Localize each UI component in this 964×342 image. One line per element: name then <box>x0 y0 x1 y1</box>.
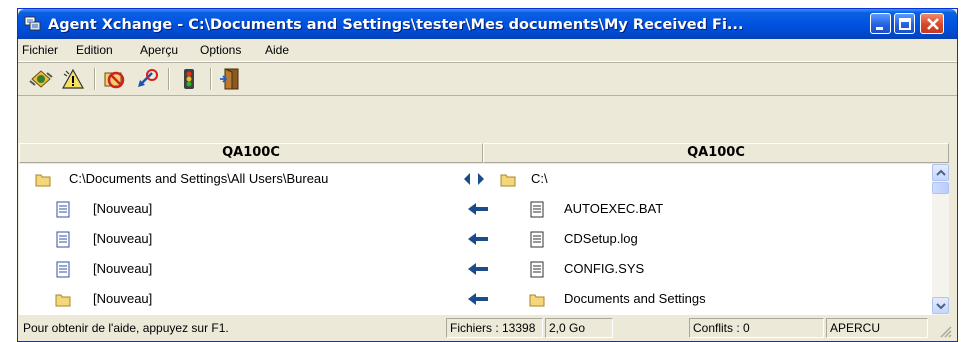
sync-button[interactable] <box>28 67 54 91</box>
left-name: [Nouveau] <box>93 201 153 216</box>
status-help-text: Pour obtenir de l'aide, appuyez sur F1. <box>23 321 229 335</box>
exit-door-icon <box>220 68 239 90</box>
document-icon <box>56 261 70 278</box>
minimize-icon <box>876 27 883 30</box>
right-path: C:\ <box>531 171 548 186</box>
comparison-list: C:\Documents and Settings\All Users\Bure… <box>19 164 932 315</box>
maximize-button[interactable] <box>894 13 915 34</box>
scroll-up-button[interactable] <box>932 164 949 181</box>
undo-button[interactable] <box>134 67 160 91</box>
exit-button[interactable] <box>218 67 244 91</box>
list-row[interactable]: [Nouveau] CONFIG.SYS <box>19 254 932 284</box>
minimize-button[interactable] <box>870 13 891 34</box>
scroll-thumb[interactable] <box>932 182 949 194</box>
menu-bar: Fichier Edition Aperçu Options Aide <box>18 39 957 62</box>
left-arrow-icon <box>468 293 488 305</box>
right-name: Documents and Settings <box>564 291 706 306</box>
status-bar: Pour obtenir de l'aide, appuyez sur F1. … <box>18 316 957 341</box>
status-conflicts: Conflits : 0 <box>689 318 824 338</box>
document-icon <box>530 231 544 248</box>
chevron-down-icon <box>936 303 946 310</box>
menu-fichier[interactable]: Fichier <box>22 42 58 58</box>
toolbar-separator <box>94 68 96 90</box>
scroll-down-button[interactable] <box>932 297 949 314</box>
sync-icon <box>29 70 53 88</box>
window-title: Agent Xchange - C:\Documents and Setting… <box>48 17 744 33</box>
left-arrow-icon <box>468 203 488 215</box>
warning-icon <box>61 68 85 89</box>
document-icon <box>530 261 544 278</box>
left-name: [Nouveau] <box>93 231 153 246</box>
menu-apercu[interactable]: Aperçu <box>140 42 178 58</box>
both-arrows-icon <box>464 173 484 185</box>
chevron-up-icon <box>936 169 946 176</box>
menu-edition[interactable]: Edition <box>76 42 113 58</box>
warning-button[interactable] <box>60 67 86 91</box>
right-name: CONFIG.SYS <box>564 261 645 276</box>
maximize-icon <box>899 18 911 30</box>
toolbar-separator <box>168 68 170 90</box>
right-name: AUTOEXEC.BAT <box>564 201 664 216</box>
undo-arrow-icon <box>138 69 158 87</box>
close-button[interactable] <box>920 13 944 34</box>
no-transfer-icon <box>104 71 125 89</box>
menu-aide[interactable]: Aide <box>265 42 289 58</box>
list-row[interactable]: [Nouveau] CDSetup.log <box>19 224 932 254</box>
right-column-header[interactable]: QA100C <box>483 143 949 163</box>
left-arrow-icon <box>468 233 488 245</box>
title-bar[interactable]: Agent Xchange - C:\Documents and Setting… <box>18 9 957 39</box>
menu-options[interactable]: Options <box>200 42 241 58</box>
vertical-scrollbar[interactable] <box>932 164 949 315</box>
toolbar <box>18 62 957 96</box>
toolbar-separator <box>210 68 212 90</box>
document-icon <box>56 201 70 218</box>
folder-icon <box>500 174 516 187</box>
status-file-count: Fichiers : 13398 <box>446 318 543 338</box>
list-row[interactable]: C:\Documents and Settings\All Users\Bure… <box>19 164 932 194</box>
folder-icon <box>529 294 545 307</box>
app-icon <box>24 15 42 33</box>
folder-icon <box>35 174 51 187</box>
status-size: 2,0 Go <box>545 318 613 338</box>
document-icon <box>56 231 70 248</box>
close-icon <box>927 18 939 30</box>
status-mode: APERCU <box>826 318 928 338</box>
left-arrow-icon <box>468 263 488 275</box>
left-name: [Nouveau] <box>93 291 153 306</box>
resize-grip-icon[interactable] <box>938 324 952 338</box>
left-path: C:\Documents and Settings\All Users\Bure… <box>69 171 329 186</box>
traffic-light-icon <box>184 69 194 89</box>
main-window: Agent Xchange - C:\Documents and Setting… <box>17 8 958 342</box>
right-name: CDSetup.log <box>564 231 638 246</box>
no-transfer-button[interactable] <box>102 67 128 91</box>
left-name: [Nouveau] <box>93 261 153 276</box>
list-row[interactable]: [Nouveau] Documents and Settings <box>19 284 932 314</box>
left-column-header[interactable]: QA100C <box>19 143 483 163</box>
traffic-light-button[interactable] <box>176 67 202 91</box>
list-row[interactable]: [Nouveau] AUTOEXEC.BAT <box>19 194 932 224</box>
folder-icon <box>55 294 71 307</box>
document-icon <box>530 201 544 218</box>
